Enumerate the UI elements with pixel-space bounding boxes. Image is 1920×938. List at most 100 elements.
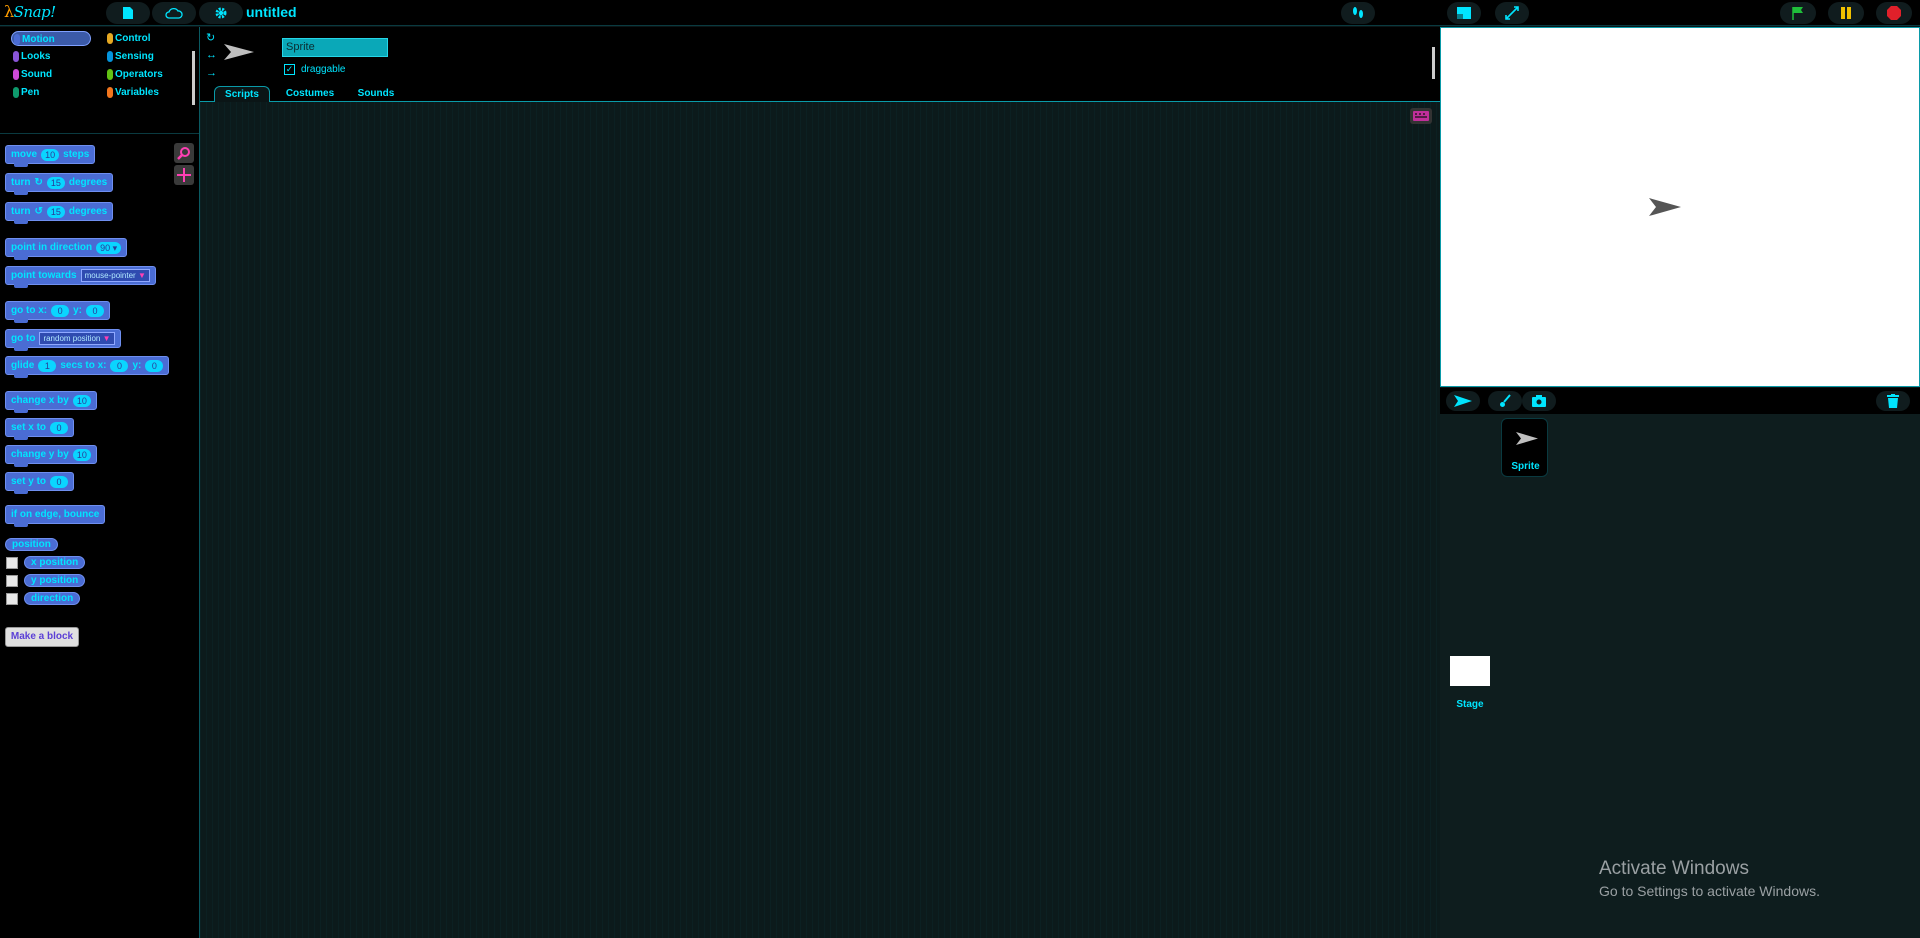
tab-costumes[interactable]: Costumes (278, 86, 342, 102)
turn-counterclockwise-icon: ↺ (34, 206, 43, 217)
sprite-arrow-icon (224, 44, 254, 65)
category-scrollbar[interactable] (192, 51, 195, 105)
block-point-in-direction[interactable]: point in direction 90 ▾ (5, 238, 128, 260)
y-position-checkbox[interactable] (6, 575, 18, 587)
block-input[interactable]: 15 (46, 176, 65, 189)
reporter-y-position[interactable]: y position (24, 574, 86, 587)
trash-icon[interactable] (1876, 391, 1910, 411)
stage-size-icon[interactable] (1447, 2, 1481, 24)
block-text: degrees (68, 206, 108, 217)
direction-dropdown[interactable]: 90 ▾ (96, 241, 122, 254)
stage[interactable] (1440, 27, 1920, 387)
category-sensing[interactable]: Sensing (105, 49, 185, 64)
category-color-dot (107, 87, 113, 98)
block-turn-left[interactable]: turn ↺ 15 degrees (5, 202, 114, 224)
category-color-dot (14, 34, 20, 45)
x-input[interactable]: 0 (110, 359, 129, 372)
category-pen[interactable]: Pen (11, 85, 91, 100)
gear-icon[interactable] (199, 2, 243, 24)
sprite-on-stage[interactable] (1649, 198, 1681, 221)
category-variables[interactable]: Variables (105, 85, 185, 100)
draggable-checkbox[interactable]: ✓ (284, 64, 295, 75)
category-color-dot (107, 51, 113, 62)
left-right-icon[interactable]: ↔ (206, 49, 220, 67)
block-input[interactable]: 0 (50, 421, 69, 434)
block-move[interactable]: move 10 steps (5, 145, 96, 167)
x-input[interactable]: 0 (51, 304, 70, 317)
no-rotate-icon[interactable]: → (206, 67, 220, 85)
x-position-checkbox[interactable] (6, 557, 18, 569)
category-looks[interactable]: Looks (11, 49, 91, 64)
tab-sounds[interactable]: Sounds (348, 86, 404, 102)
stop-icon[interactable] (1876, 2, 1912, 24)
make-a-block-button[interactable]: Make a block (5, 627, 79, 647)
pause-icon[interactable] (1828, 2, 1864, 24)
sprite-thumbnail-label: Sprite (1511, 461, 1540, 472)
block-text: change y by (11, 449, 69, 460)
block-text: set y to (11, 476, 47, 487)
paintbrush-icon[interactable] (1488, 391, 1522, 411)
category-motion[interactable]: Motion (11, 31, 91, 46)
block-go-to[interactable]: go to random position ▼ (5, 329, 121, 351)
category-color-dot (13, 87, 19, 98)
block-turn-right[interactable]: turn ↻ 15 degrees (5, 173, 114, 195)
scripts-area[interactable] (200, 102, 1440, 938)
draggable-toggle[interactable]: ✓ draggable (284, 64, 345, 75)
block-text: glide (11, 360, 35, 371)
footsteps-icon[interactable] (1341, 2, 1375, 24)
category-control[interactable]: Control (105, 31, 185, 46)
cloud-icon[interactable] (152, 2, 196, 24)
block-glide[interactable]: glide 1 secs to x: 0 y: 0 (5, 356, 170, 378)
block-input[interactable]: 10 (72, 394, 91, 407)
y-input[interactable]: 0 (86, 304, 105, 317)
location-dropdown[interactable]: random position ▼ (39, 332, 115, 345)
block-change-y[interactable]: change y by 10 (5, 445, 97, 467)
block-text: point in direction (11, 242, 93, 253)
stage-thumbnail[interactable] (1450, 656, 1490, 686)
block-text: turn (11, 177, 31, 188)
direction-checkbox[interactable] (6, 593, 18, 605)
add-block-icon[interactable] (174, 165, 194, 185)
block-input[interactable]: 10 (72, 448, 91, 461)
block-input[interactable]: 15 (46, 205, 65, 218)
draggable-label: draggable (301, 64, 346, 75)
green-flag-icon[interactable] (1780, 2, 1816, 24)
category-color-dot (107, 69, 113, 80)
block-if-on-edge-bounce[interactable]: if on edge, bounce (5, 505, 106, 527)
tab-scripts[interactable]: Scripts (214, 86, 270, 102)
block-text: set x to (11, 422, 47, 433)
target-dropdown[interactable]: mouse-pointer ▼ (80, 269, 150, 282)
category-operators[interactable]: Operators (105, 67, 185, 82)
turn-clockwise-icon: ↻ (34, 177, 43, 188)
reporter-x-position[interactable]: x position (24, 556, 86, 569)
rotate-icon[interactable]: ↻ (206, 31, 220, 49)
y-input[interactable]: 0 (145, 359, 164, 372)
block-input[interactable]: 0 (50, 475, 69, 488)
block-change-x[interactable]: change x by 10 (5, 391, 97, 413)
sprite-bar: ↻ ↔ → Sprite ✓ draggable Scripts Costume… (200, 27, 1440, 102)
block-text: secs to x: (60, 360, 107, 371)
reporter-position[interactable]: position (5, 538, 58, 551)
sprite-name-field[interactable]: Sprite (282, 38, 388, 57)
block-text: y: (132, 360, 142, 371)
snap-logo[interactable]: λSnap! (4, 2, 56, 24)
camera-icon[interactable] (1522, 391, 1556, 411)
turtle-sprite-icon[interactable] (1446, 391, 1480, 411)
search-icon[interactable] (174, 143, 194, 163)
block-set-y[interactable]: set y to 0 (5, 472, 75, 494)
sprite-bar-scrollbar[interactable] (1432, 47, 1435, 79)
fullscreen-icon[interactable] (1495, 2, 1529, 24)
block-text: go to x: (11, 305, 48, 316)
block-input[interactable]: 10 (41, 148, 60, 161)
sprite-thumbnail[interactable]: Sprite (1501, 418, 1548, 477)
keyboard-icon[interactable] (1410, 108, 1432, 124)
secs-input[interactable]: 1 (38, 359, 57, 372)
block-go-to-xy[interactable]: go to x: 0 y: 0 (5, 301, 111, 323)
block-set-x[interactable]: set x to 0 (5, 418, 75, 440)
reporter-direction[interactable]: direction (24, 592, 81, 605)
palette: Motion Control Looks Sensing Sound Opera… (0, 27, 199, 938)
category-sound[interactable]: Sound (11, 67, 91, 82)
block-point-towards[interactable]: point towards mouse-pointer ▼ (5, 266, 156, 288)
file-icon[interactable] (106, 2, 150, 24)
project-title: untitled (246, 4, 297, 20)
